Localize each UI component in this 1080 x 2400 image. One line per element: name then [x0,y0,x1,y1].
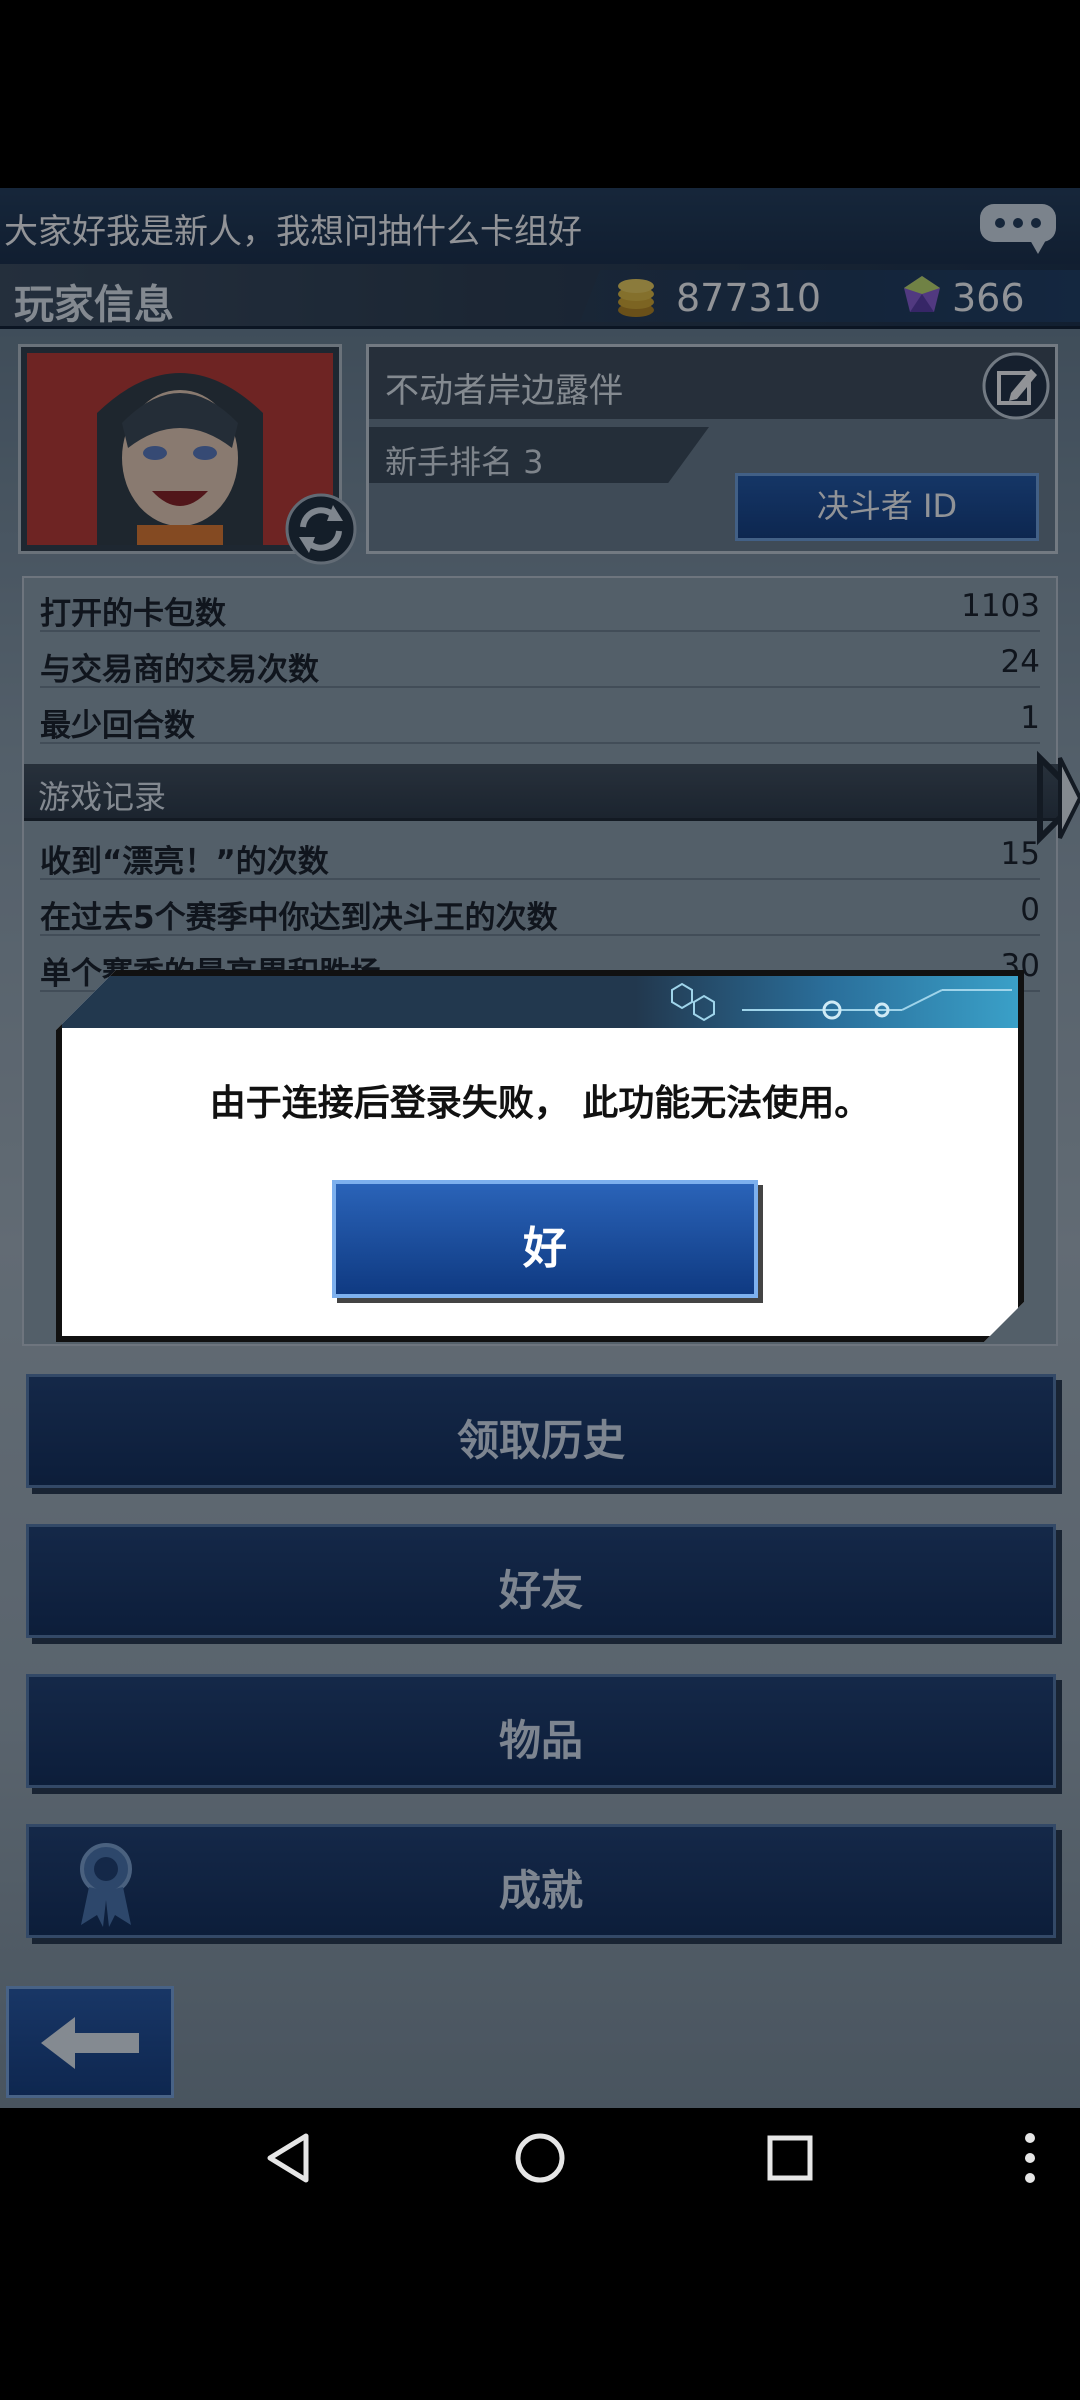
ok-label: 好 [523,1223,567,1274]
dialog-header [62,976,1018,1028]
error-dialog: 由于连接后登录失败， 此功能无法使用。 好 [56,970,1024,1342]
dialog-message: 由于连接后登录失败， 此功能无法使用。 [209,1083,871,1124]
ok-button[interactable]: 好 [332,1180,758,1298]
game-screen: 大家好我是新人，我想问抽什么卡组好 玩家信息 877310 366 不动者岸边露… [0,188,1080,2108]
recents-square-icon[interactable] [762,2130,818,2186]
system-nav-bar [0,2108,1080,2208]
more-options-icon[interactable] [1002,2130,1058,2186]
back-triangle-icon[interactable] [262,2130,318,2186]
home-circle-icon[interactable] [512,2130,568,2186]
circuit-decoration-icon [642,980,1022,1026]
